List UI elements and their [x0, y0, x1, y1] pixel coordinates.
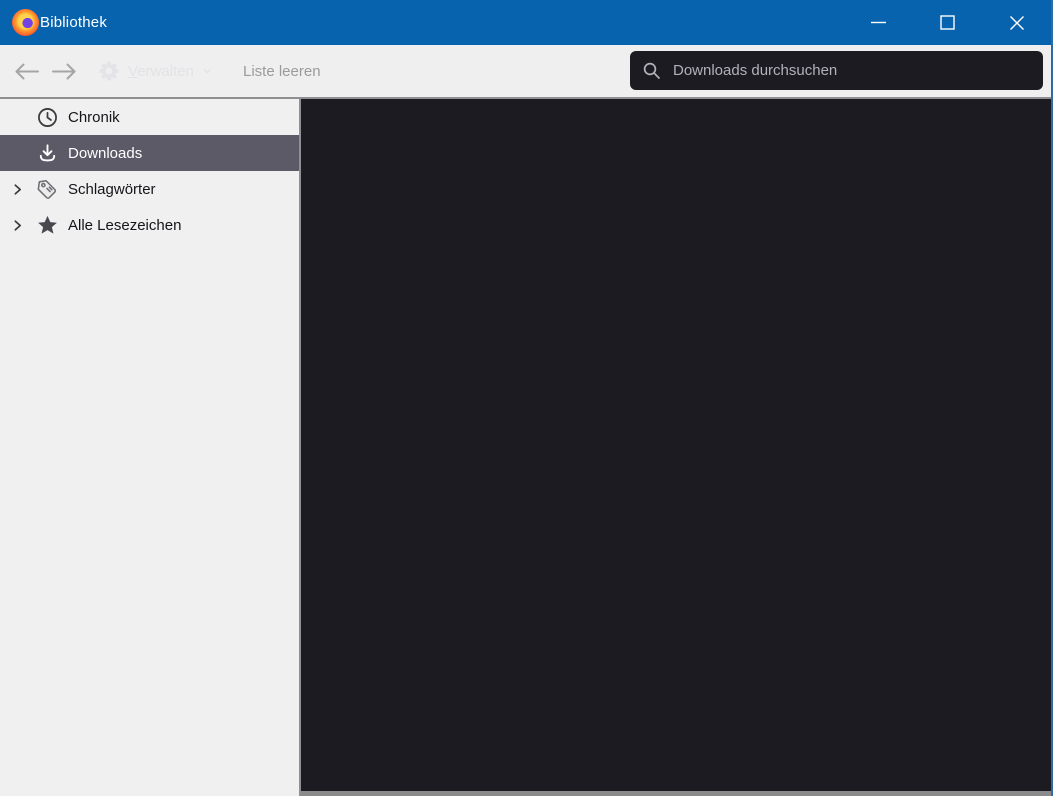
organize-button[interactable]: Verwalten [98, 45, 212, 97]
chevron-right-icon[interactable] [0, 182, 34, 197]
content-bottom-border [301, 791, 1051, 796]
search-box [630, 51, 1043, 90]
sidebar-item-chronik[interactable]: Chronik [0, 99, 299, 135]
clock-icon [34, 106, 60, 129]
library-sidebar: Chronik Downloads Schlagwörter Alle Lese… [0, 99, 299, 796]
titlebar: Bibliothek [0, 0, 1053, 45]
download-icon [34, 142, 60, 165]
back-icon [15, 63, 39, 79]
minimize-icon [871, 21, 886, 24]
clear-list-button[interactable]: Liste leeren [243, 45, 321, 97]
forward-icon [51, 63, 75, 79]
window-controls [844, 0, 1051, 45]
back-button[interactable] [8, 45, 44, 97]
close-icon [1009, 15, 1024, 30]
firefox-logo-icon [12, 9, 39, 36]
chevron-down-icon [203, 68, 211, 74]
clear-list-label: Liste leeren [243, 62, 321, 80]
window-title: Bibliothek [40, 14, 108, 31]
sidebar-item-schlagwoerter[interactable]: Schlagwörter [0, 171, 299, 207]
sidebar-item-alle-lesezeichen[interactable]: Alle Lesezeichen [0, 207, 299, 243]
forward-button[interactable] [46, 45, 82, 97]
downloads-list[interactable] [301, 99, 1051, 791]
sidebar-item-downloads[interactable]: Downloads [0, 135, 299, 171]
library-window: Bibliothek Verwalten Liste leeren Downlo… [0, 0, 1053, 796]
minimize-button[interactable] [844, 0, 913, 45]
sidebar-item-label: Downloads [68, 144, 143, 162]
search-input[interactable] [671, 61, 1031, 80]
star-icon [34, 213, 60, 238]
search-icon [643, 62, 660, 79]
sidebar-item-label: Schlagwörter [68, 180, 156, 198]
library-toolbar: Verwalten Liste leeren [0, 45, 1053, 97]
maximize-button[interactable] [913, 0, 982, 45]
sidebar-item-label: Chronik [68, 108, 120, 126]
organize-label: Verwalten [128, 62, 194, 80]
maximize-icon [940, 15, 955, 30]
close-button[interactable] [982, 0, 1051, 45]
gear-icon [99, 61, 119, 81]
chevron-right-icon[interactable] [0, 218, 34, 233]
sidebar-item-label: Alle Lesezeichen [68, 216, 182, 234]
tag-icon [34, 177, 60, 202]
